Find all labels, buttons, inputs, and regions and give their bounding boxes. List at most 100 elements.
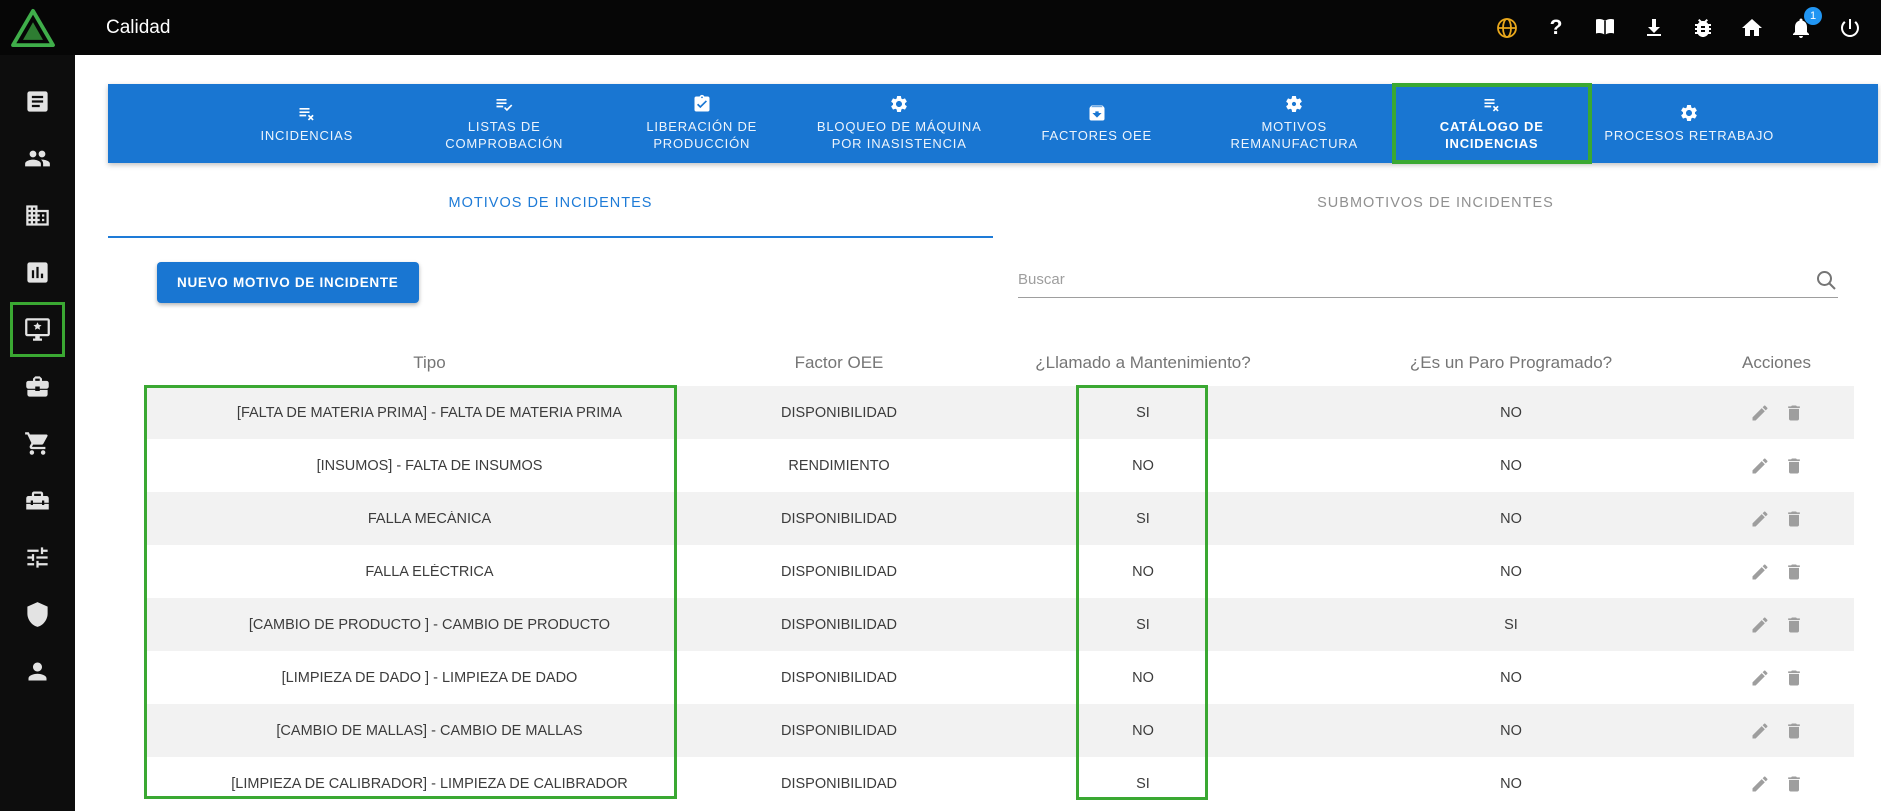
cell-acciones <box>1699 456 1854 476</box>
sidebar-item-security[interactable] <box>9 586 66 643</box>
tab-liberacion-de-produccion[interactable]: LIBERACIÓN DE PRODUCCIÓN <box>603 84 801 163</box>
table-row: [INSUMOS] - FALTA DE INSUMOS RENDIMIENTO… <box>144 439 1854 492</box>
cell-llamado-mantenimiento: NO <box>963 564 1323 580</box>
delete-button[interactable] <box>1784 615 1804 635</box>
edit-button[interactable] <box>1750 509 1770 529</box>
cell-llamado-mantenimiento: SI <box>963 617 1323 633</box>
tab-procesos-retrabajo[interactable]: PROCESOS RETRABAJO <box>1591 84 1789 163</box>
logo-triangle-icon <box>10 8 56 48</box>
sidebar-item-briefcase[interactable] <box>9 358 66 415</box>
delete-button[interactable] <box>1784 456 1804 476</box>
trash-icon <box>1784 509 1804 529</box>
trash-icon <box>1784 721 1804 741</box>
sidebar-item-news[interactable] <box>9 73 66 130</box>
new-motivo-button[interactable]: NUEVO MOTIVO DE INCIDENTE <box>157 262 419 303</box>
playlist-remove-icon <box>1482 94 1502 114</box>
delete-button[interactable] <box>1784 774 1804 794</box>
sidebar-item-chart[interactable] <box>9 244 66 301</box>
topbar-icon-group: ? 1 <box>1494 15 1881 41</box>
download-icon[interactable] <box>1641 15 1667 41</box>
tab-listas-de-comprobacion[interactable]: LISTAS DE COMPROBACIÓN <box>406 84 604 163</box>
edit-button[interactable] <box>1750 668 1770 688</box>
toolbox-icon <box>24 487 51 514</box>
cell-factor-oee: DISPONIBILIDAD <box>715 511 963 527</box>
col-header-factor-oee: Factor OEE <box>715 353 963 373</box>
cell-factor-oee: DISPONIBILIDAD <box>715 723 963 739</box>
search-icon[interactable] <box>1814 268 1838 292</box>
cell-tipo: [LIMPIEZA DE DADO ] - LIMPIEZA DE DADO <box>144 670 715 686</box>
tab-catalogo-de-incidencias[interactable]: CATÁLOGO DE INCIDENCIAS <box>1393 84 1591 163</box>
subtab-submotivos-de-incidentes[interactable]: SUBMOTIVOS DE INCIDENTES <box>993 170 1878 238</box>
edit-button[interactable] <box>1750 721 1770 741</box>
delete-button[interactable] <box>1784 721 1804 741</box>
cell-tipo: [LIMPIEZA DE CALIBRADOR] - LIMPIEZA DE C… <box>144 776 715 792</box>
sidebar-item-tune[interactable] <box>9 529 66 586</box>
pencil-icon <box>1750 562 1770 582</box>
sidebar-item-toolbox[interactable] <box>9 472 66 529</box>
cell-paro-programado: SI <box>1323 617 1699 633</box>
col-header-acciones: Acciones <box>1699 353 1854 373</box>
cell-paro-programado: NO <box>1323 458 1699 474</box>
delete-button[interactable] <box>1784 562 1804 582</box>
cell-acciones <box>1699 509 1854 529</box>
sidebar-item-factory[interactable] <box>9 187 66 244</box>
gear-refresh-icon <box>1679 103 1699 123</box>
delete-button[interactable] <box>1784 668 1804 688</box>
globe-icon[interactable] <box>1494 15 1520 41</box>
notification-badge: 1 <box>1804 7 1822 25</box>
help-icon[interactable]: ? <box>1543 15 1569 41</box>
power-icon[interactable] <box>1837 15 1863 41</box>
table-row: [LIMPIEZA DE CALIBRADOR] - LIMPIEZA DE C… <box>144 757 1854 810</box>
tab-incidencias[interactable]: INCIDENCIAS <box>208 84 406 163</box>
tab-motivos-remanufactura[interactable]: MOTIVOS REMANUFACTURA <box>1196 84 1394 163</box>
search-input[interactable] <box>1018 271 1814 288</box>
tab-bloqueo-de-maquina[interactable]: BLOQUEO DE MÁQUINA POR INASISTENCIA <box>801 84 999 163</box>
sidebar-item-users[interactable] <box>9 130 66 187</box>
delete-button[interactable] <box>1784 403 1804 423</box>
edit-button[interactable] <box>1750 456 1770 476</box>
edit-button[interactable] <box>1750 562 1770 582</box>
cell-tipo: FALLA MECÁNICA <box>144 511 715 527</box>
delete-button[interactable] <box>1784 509 1804 529</box>
cell-tipo: [CAMBIO DE MALLAS] - CAMBIO DE MALLAS <box>144 723 715 739</box>
table-body: [FALTA DE MATERIA PRIMA] - FALTA DE MATE… <box>144 386 1854 810</box>
cell-acciones <box>1699 403 1854 423</box>
users-icon <box>24 145 51 172</box>
archive-icon <box>1087 103 1107 123</box>
trash-icon <box>1784 615 1804 635</box>
cell-factor-oee: DISPONIBILIDAD <box>715 670 963 686</box>
table-row: [CAMBIO DE PRODUCTO ] - CAMBIO DE PRODUC… <box>144 598 1854 651</box>
tab-factores-oee[interactable]: FACTORES OEE <box>998 84 1196 163</box>
factory-icon <box>24 202 51 229</box>
app-title: Calidad <box>106 17 170 39</box>
sidebar-item-user[interactable] <box>9 643 66 700</box>
cell-tipo: [INSUMOS] - FALTA DE INSUMOS <box>144 458 715 474</box>
cell-paro-programado: NO <box>1323 670 1699 686</box>
col-header-tipo: Tipo <box>144 353 715 373</box>
sidebar <box>0 55 75 811</box>
pencil-icon <box>1750 403 1770 423</box>
notifications-icon[interactable]: 1 <box>1788 15 1814 41</box>
sidebar-item-production[interactable] <box>9 301 66 358</box>
news-icon <box>24 88 51 115</box>
cell-llamado-mantenimiento: SI <box>963 405 1323 421</box>
trash-icon <box>1784 403 1804 423</box>
edit-button[interactable] <box>1750 615 1770 635</box>
cell-tipo: FALLA ELÉCTRICA <box>144 564 715 580</box>
subtab-motivos-de-incidentes[interactable]: MOTIVOS DE INCIDENTES <box>108 170 993 238</box>
home-icon[interactable] <box>1739 15 1765 41</box>
cell-factor-oee: DISPONIBILIDAD <box>715 617 963 633</box>
search-field <box>1018 262 1838 298</box>
edit-button[interactable] <box>1750 403 1770 423</box>
book-icon[interactable] <box>1592 15 1618 41</box>
cell-tipo: [CAMBIO DE PRODUCTO ] - CAMBIO DE PRODUC… <box>144 617 715 633</box>
trash-icon <box>1784 562 1804 582</box>
sidebar-item-cart[interactable] <box>9 415 66 472</box>
bug-report-icon[interactable] <box>1690 15 1716 41</box>
edit-button[interactable] <box>1750 774 1770 794</box>
table-header-row: Tipo Factor OEE ¿Llamado a Mantenimiento… <box>144 340 1854 386</box>
cell-llamado-mantenimiento: NO <box>963 723 1323 739</box>
cell-llamado-mantenimiento: NO <box>963 670 1323 686</box>
pencil-icon <box>1750 456 1770 476</box>
cell-llamado-mantenimiento: SI <box>963 511 1323 527</box>
